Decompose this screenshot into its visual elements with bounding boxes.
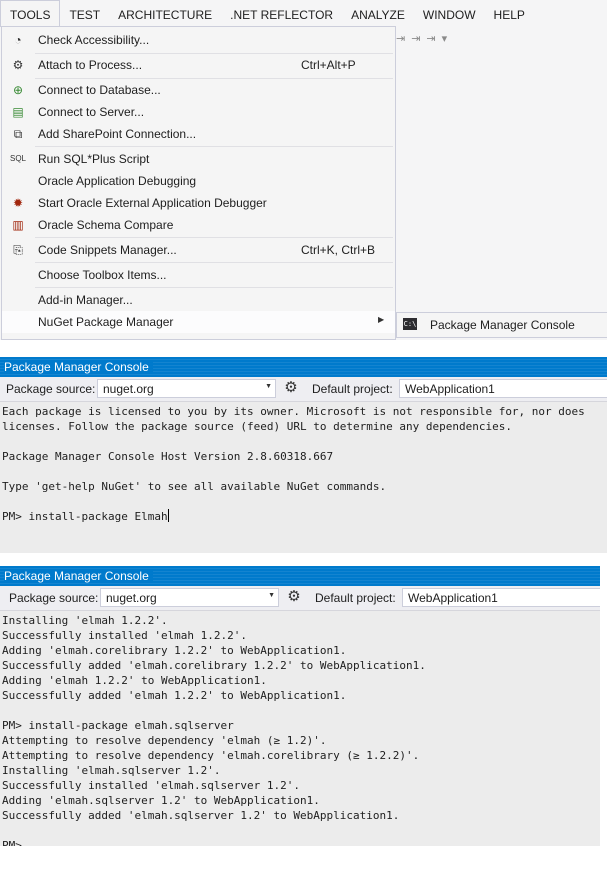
console-toolbar: Package source: nuget.org ▼ ⚙ Default pr… [0,377,607,402]
console-output[interactable]: Each package is licensed to you by its o… [0,402,607,524]
default-project-select[interactable]: WebApplication1 [402,588,600,607]
default-project-label: Default project: [312,382,393,396]
sharepoint-icon: ⧉ [13,127,23,141]
console-line: Type 'get-help NuGet' to see all availab… [2,480,387,493]
package-source-select[interactable]: nuget.org ▼ [97,379,276,398]
oracle-debugger-icon: ✹ [12,196,24,210]
menu-test[interactable]: TEST [60,0,109,27]
menu-item-check-accessibility[interactable]: ◔ Check Accessibility... [2,29,395,51]
menu-item-connect-server[interactable]: ▤ Connect to Server... [2,101,395,123]
console-line: licenses. Follow the package source (fee… [2,420,512,433]
menu-separator [35,146,393,147]
console-icon: C:\ [403,318,417,330]
submenu-arrow-icon: ▶ [378,315,385,324]
panel-title-bar: Package Manager Console [0,566,600,586]
console-line: Installing 'elmah.sqlserver 1.2'. [2,764,221,777]
panel-title-bar: Package Manager Console [0,357,607,377]
connect-database-icon: ⊕ [12,83,24,97]
menu-tools[interactable]: TOOLS [0,0,61,27]
menu-separator [35,237,393,238]
menu-architecture[interactable]: ARCHITECTURE [109,0,221,27]
menu-net-reflector[interactable]: .NET REFLECTOR [221,0,342,27]
sqlplus-icon: SQL [10,154,27,163]
menu-bar: TOOLS TEST ARCHITECTURE .NET REFLECTOR A… [0,0,607,27]
console-line: Adding 'elmah.corelibrary 1.2.2' to WebA… [2,644,347,657]
console-line: Adding 'elmah.sqlserver 1.2' to WebAppli… [2,794,320,807]
toolbar-icons[interactable]: ⇥⇥⇥▾ [396,32,453,45]
default-project-label: Default project: [315,591,396,605]
gear-icon[interactable]: ⚙ [285,588,303,606]
menu-item-choose-toolbox-items[interactable]: Choose Toolbox Items... [2,264,395,286]
console-line: Successfully added 'elmah 1.2.2' to WebA… [2,689,347,702]
package-manager-console-panel: Package Manager Console Package source: … [0,357,607,553]
menu-separator [35,262,393,263]
menu-item-nuget-package-manager[interactable]: NuGet Package Manager ▶ [2,311,395,333]
console-line: PM> install-package elmah.sqlserver [2,719,234,732]
console-line: Successfully added 'elmah.sqlserver 1.2'… [2,809,400,822]
menu-item-addin-manager[interactable]: Add-in Manager... [2,289,395,311]
console-line: Attempting to resolve dependency 'elmah … [2,734,327,747]
console-line: Installing 'elmah 1.2.2'. [2,614,168,627]
tools-dropdown: ◔ Check Accessibility... ⚙ Attach to Pro… [1,26,396,340]
chevron-down-icon: ▼ [268,592,275,599]
menu-item-oracle-external-debugger[interactable]: ✹ Start Oracle External Application Debu… [2,192,395,214]
console-output[interactable]: Installing 'elmah 1.2.2'. Successfully in… [0,611,600,846]
console-line: Package Manager Console Host Version 2.8… [2,450,334,463]
console-line: Adding 'elmah 1.2.2' to WebApplication1. [2,674,267,687]
package-source-label: Package source: [6,382,96,396]
menu-window[interactable]: WINDOW [414,0,485,27]
menu-help[interactable]: HELP [485,0,534,27]
package-source-label: Package source: [9,591,99,605]
accessibility-icon: ◔ [14,33,22,47]
default-project-select[interactable]: WebApplication1 [399,379,607,398]
vs-tools-menu-screenshot: TOOLS TEST ARCHITECTURE .NET REFLECTOR A… [0,0,607,340]
connect-server-icon: ▤ [12,105,24,119]
console-prompt-line[interactable]: PM> [2,838,600,846]
menu-item-add-sharepoint[interactable]: ⧉ Add SharePoint Connection... [2,123,395,145]
console-toolbar: Package source: nuget.org ▼ ⚙ Default pr… [0,586,600,611]
code-snippets-icon: ⎘ [13,243,23,257]
gear-icon[interactable]: ⚙ [282,379,300,397]
console-line: Attempting to resolve dependency 'elmah.… [2,749,420,762]
attach-process-icon: ⚙ [12,58,24,72]
console-line: Each package is licensed to you by its o… [2,405,585,418]
panel-title: Package Manager Console [4,569,153,583]
menu-item-attach-to-process[interactable]: ⚙ Attach to Process... Ctrl+Alt+P [2,54,395,76]
panel-title: Package Manager Console [4,360,153,374]
menu-item-run-sqlplus[interactable]: SQL Run SQL*Plus Script [2,148,395,170]
console-command: PM> install-package Elmah [2,510,168,523]
nuget-submenu: C:\ Package Manager Console [396,312,607,338]
menu-item-oracle-app-debugging[interactable]: Oracle Application Debugging [2,170,395,192]
chevron-down-icon: ▼ [265,383,272,390]
text-cursor [167,509,169,522]
schema-compare-icon: ▥ [12,218,24,232]
menu-item-oracle-schema-compare[interactable]: ▥ Oracle Schema Compare [2,214,395,236]
console-prompt-line[interactable]: PM> install-package Elmah [2,509,607,524]
console-line: Successfully installed 'elmah 1.2.2'. [2,629,248,642]
menu-separator [35,287,393,288]
menu-item-code-snippets[interactable]: ⎘ Code Snippets Manager... Ctrl+K, Ctrl+… [2,239,395,261]
menu-item-connect-database[interactable]: ⊕ Connect to Database... [2,79,395,101]
package-manager-console-panel-2: Package Manager Console Package source: … [0,566,600,846]
package-source-select[interactable]: nuget.org ▼ [100,588,279,607]
menu-analyze[interactable]: ANALYZE [342,0,414,27]
console-line: Successfully installed 'elmah.sqlserver … [2,779,301,792]
console-line: Successfully added 'elmah.corelibrary 1.… [2,659,426,672]
